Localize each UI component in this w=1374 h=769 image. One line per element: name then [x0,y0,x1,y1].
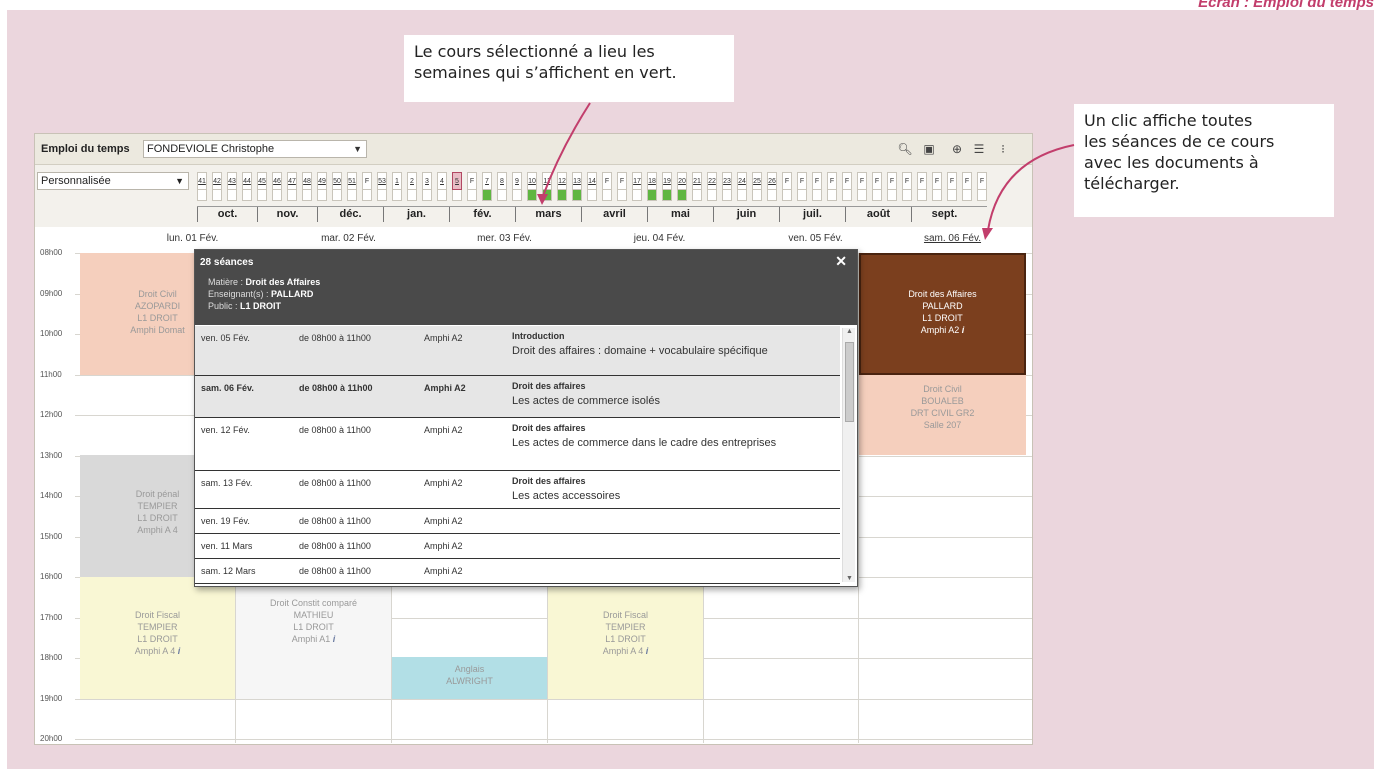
arrow-head [537,194,548,205]
arrow-to-weeks [542,102,591,197]
arrow-to-day [987,144,1075,231]
arrow-head [982,228,993,240]
callout-arrows [537,102,1075,240]
